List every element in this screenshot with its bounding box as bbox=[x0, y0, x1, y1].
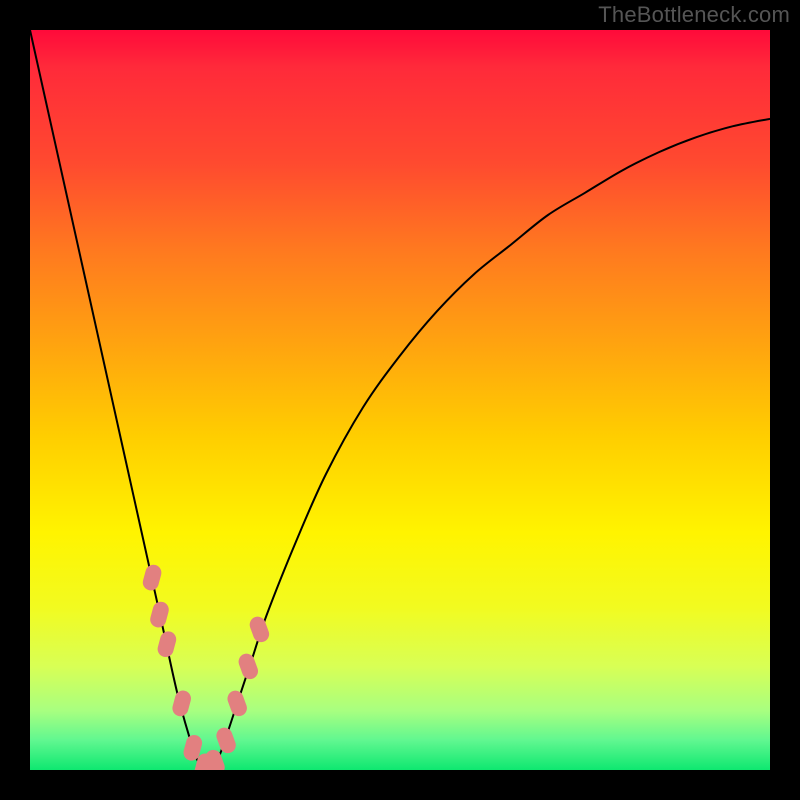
curve-marker bbox=[171, 689, 193, 718]
marker-group bbox=[141, 563, 271, 770]
curve-marker bbox=[225, 688, 249, 718]
watermark-text: TheBottleneck.com bbox=[598, 2, 790, 28]
plot-area bbox=[30, 30, 770, 770]
curve-marker bbox=[156, 630, 178, 659]
curve-marker bbox=[214, 725, 238, 755]
chart-container: TheBottleneck.com bbox=[0, 0, 800, 800]
curve-marker bbox=[247, 614, 271, 644]
bottleneck-curve bbox=[30, 30, 770, 770]
curve-marker bbox=[236, 651, 260, 681]
bottleneck-curve-svg bbox=[30, 30, 770, 770]
curve-marker bbox=[148, 600, 170, 629]
curve-marker bbox=[141, 563, 163, 592]
